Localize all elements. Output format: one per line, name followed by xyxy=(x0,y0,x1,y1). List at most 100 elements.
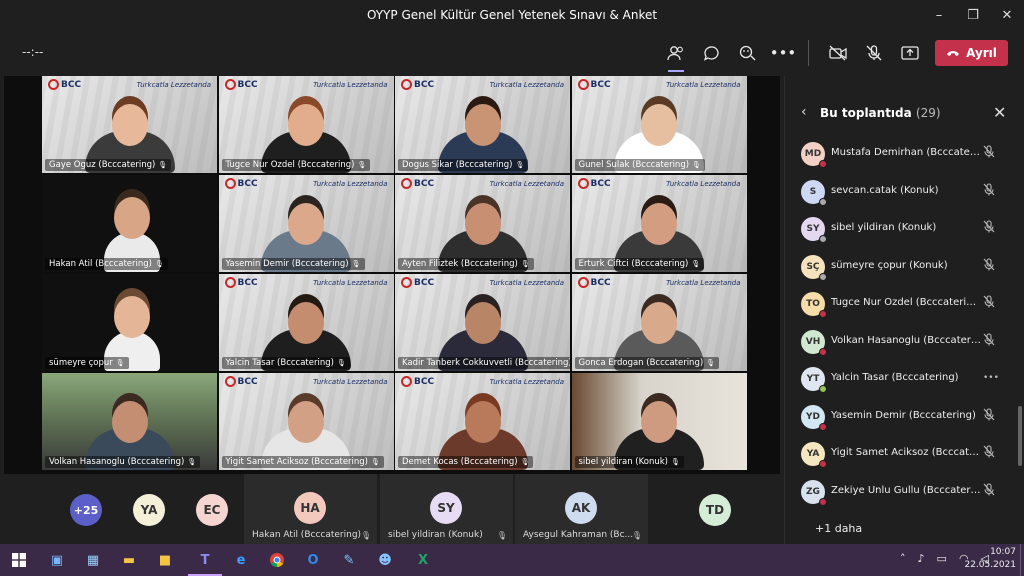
mic-muted-icon: 🎙︎ xyxy=(360,531,371,540)
strip-avatar[interactable]: TD xyxy=(699,494,731,526)
more-participants-link[interactable]: +1 daha xyxy=(815,522,862,535)
presence-status-icon xyxy=(819,347,827,356)
video-tile[interactable]: BCC Turkcatla Lezzetanda Dogus Sikar (Bccc… xyxy=(395,76,570,173)
bcc-slogan: Turkcatla Lezzetanda xyxy=(313,378,388,386)
video-tile[interactable]: BCC Turkcatla Lezzetanda Gonca Erdogan (Bc… xyxy=(571,274,747,371)
participant-name-label: Gaye Oguz (Bcccatering) 🎙︎ xyxy=(45,159,172,171)
video-tile[interactable]: BCC Turkcatla Lezzetanda Gunel Sulak (Bccc… xyxy=(571,76,747,173)
participant-list-item[interactable]: Ssevcan.catak (Konuk) xyxy=(785,173,1024,210)
teams-app-icon[interactable]: T xyxy=(194,550,216,570)
video-tile[interactable]: BCC Turkcatla Lezzetanda Ayten Filiztek (B… xyxy=(395,175,570,272)
bcc-logo-icon xyxy=(401,178,412,189)
close-window-button[interactable]: ✕ xyxy=(990,0,1024,30)
strip-avatar[interactable]: HA xyxy=(294,492,326,524)
participant-name-text: Gonca Erdogan (Bcccatering) xyxy=(578,358,704,368)
presence-status-icon xyxy=(819,310,827,318)
people-app-icon[interactable]: ☻ xyxy=(374,550,396,570)
maximize-button[interactable]: ❐ xyxy=(956,0,990,30)
panel-title-text: Bu toplantıda xyxy=(820,106,912,120)
strip-avatar[interactable]: EC xyxy=(196,494,228,526)
overflow-count-avatar[interactable]: +25 xyxy=(70,494,102,526)
video-tile[interactable]: BCC Turkcatla Lezzetanda Erturk Ciftci (Bc… xyxy=(571,175,747,272)
bcc-logo: BCC xyxy=(577,277,611,288)
video-tile[interactable]: BCC Turkcatla Lezzetanda Gaye Oguz (Bcccat… xyxy=(42,76,217,173)
presence-status-icon xyxy=(819,272,827,281)
mic-off-icon[interactable] xyxy=(983,295,995,311)
bcc-slogan: Turkcatla Lezzetanda xyxy=(489,180,564,188)
participant-list-item[interactable]: SY sibel yildiran (Konuk) xyxy=(785,210,1024,247)
more-options-icon[interactable]: ••• xyxy=(770,42,797,64)
participant-list-item[interactable]: YAYigit Samet Aciksoz (Bcccatering) xyxy=(785,435,1024,472)
edge-browser-icon[interactable]: e xyxy=(230,550,252,570)
video-tile[interactable]: BCC Turkcatla Lezzetanda Tugce Nur Ozdel (… xyxy=(218,76,394,173)
outlook-app-icon[interactable]: O xyxy=(302,550,324,570)
mic-off-icon[interactable] xyxy=(983,257,995,274)
bcc-slogan: Turkcatla Lezzetanda xyxy=(313,81,388,89)
bcc-slogan: Turkcatla Lezzetanda xyxy=(489,279,564,287)
participant-video-head xyxy=(464,401,501,443)
video-tile[interactable]: Volkan Hasanoglu (Bcccatering) 🎙︎ xyxy=(42,373,217,470)
video-tile[interactable]: BCC Turkcatla Lezzetanda Kadir Tanberk Cok… xyxy=(395,274,570,371)
video-tile[interactable]: Hakan Atil (Bcccatering) 🎙︎ xyxy=(42,175,217,272)
strip-avatar[interactable]: YA xyxy=(133,494,165,526)
video-tile[interactable]: sümeyre çopur 🎙︎ xyxy=(42,274,217,371)
minimize-button[interactable]: – xyxy=(922,0,956,30)
mic-off-icon[interactable] xyxy=(983,332,995,349)
video-tile[interactable]: BCC Turkcatla Lezzetanda Yigit Samet Aciks… xyxy=(218,373,394,470)
mic-off-icon[interactable] xyxy=(863,42,885,64)
calendar-app-icon[interactable]: ▦ xyxy=(82,550,104,570)
back-arrow-icon[interactable]: ‹ xyxy=(801,104,807,120)
task-view-icon[interactable]: ▣ xyxy=(46,550,68,570)
reactions-icon[interactable] xyxy=(736,42,758,64)
show-desktop-button[interactable] xyxy=(1020,544,1024,576)
participant-list-item[interactable]: YD Yasemin Demir (Bcccatering) xyxy=(785,398,1024,435)
mic-muted-icon: 🎙︎ xyxy=(115,359,125,367)
chevron-up-icon[interactable]: ˄ xyxy=(900,552,906,565)
mic-off-icon[interactable] xyxy=(983,407,995,424)
video-tile[interactable]: BCC Turkcatla Lezzetanda Yalcin Tasar (Bcc… xyxy=(218,274,394,371)
sticky-notes-icon[interactable]: ■ xyxy=(154,550,176,570)
video-tile[interactable]: sibel yildiran (Konuk) 🎙︎ xyxy=(571,373,747,470)
share-screen-icon[interactable] xyxy=(899,42,921,64)
excel-app-icon[interactable]: X xyxy=(412,550,434,570)
participant-list-item[interactable]: VH Volkan Hasanoglu (Bcccatering) xyxy=(785,323,1024,360)
more-options-icon[interactable]: ••• xyxy=(983,373,999,383)
clock[interactable]: 10:07 22.05.2021 xyxy=(964,546,1016,572)
participant-list-item[interactable]: TO Tugce Nur Ozdel (Bcccatering) xyxy=(785,285,1024,322)
battery-icon[interactable]: ▭ xyxy=(937,552,947,565)
bcc-logo-text: BCC xyxy=(237,79,258,90)
participant-list-item[interactable]: MD Mustafa Demirhan (Bcccatering) xyxy=(785,135,1024,172)
mic-off-icon[interactable] xyxy=(983,445,995,461)
participant-name-label: sümeyre çopur 🎙︎ xyxy=(45,357,129,369)
participant-list-item[interactable]: YT Yalcin Tasar (Bcccatering) ••• xyxy=(785,360,1024,397)
close-panel-icon[interactable]: ✕ xyxy=(993,103,1006,122)
chrome-browser-icon[interactable] xyxy=(266,550,288,570)
strip-participant-name: Aysegul Kahraman (Bc... xyxy=(523,530,634,540)
participant-name-label: Demet Kocas (Bcccatering) 🎙︎ xyxy=(398,456,534,468)
mic-off-icon[interactable] xyxy=(983,482,995,499)
participant-list-item[interactable]: ZG Zekiye Unlu Gullu (Bcccatering) xyxy=(785,473,1024,510)
mic-off-icon[interactable] xyxy=(983,182,995,199)
video-tile[interactable]: BCC Turkcatla Lezzetanda Yasemin Demir (Bc… xyxy=(218,175,394,272)
participant-video-head xyxy=(114,296,150,338)
leave-button[interactable]: Ayrıl xyxy=(935,40,1008,66)
strip-avatar[interactable]: AK xyxy=(565,492,597,524)
participant-name-label: Dogus Sikar (Bcccatering) 🎙︎ xyxy=(398,159,529,171)
chat-icon[interactable] xyxy=(700,42,722,64)
participant-list-item[interactable]: SÇ sümeyre çopur (Konuk) xyxy=(785,248,1024,285)
camera-off-icon[interactable] xyxy=(827,42,849,64)
bcc-logo: BCC xyxy=(224,79,258,90)
file-explorer-icon[interactable]: ▬ xyxy=(118,550,140,570)
participants-panel: ‹ Bu toplantıda (29) ✕ MD Mustafa Demirha… xyxy=(784,76,1024,544)
mic-muted-icon: 🎙︎ xyxy=(631,531,642,540)
microphone-tray-icon[interactable]: ♪ xyxy=(918,552,925,565)
people-icon[interactable] xyxy=(665,42,687,64)
strip-avatar[interactable]: SY xyxy=(430,492,462,524)
pen-app-icon[interactable]: ✎ xyxy=(338,550,360,570)
windows-start-icon[interactable] xyxy=(8,550,30,570)
mic-off-icon[interactable] xyxy=(983,220,995,236)
mic-off-icon[interactable] xyxy=(983,145,995,161)
panel-scrollbar[interactable] xyxy=(1018,406,1022,466)
video-tile[interactable]: BCC Turkcatla Lezzetanda Demet Kocas (Bccc… xyxy=(395,373,570,470)
participant-video-head xyxy=(641,104,677,146)
